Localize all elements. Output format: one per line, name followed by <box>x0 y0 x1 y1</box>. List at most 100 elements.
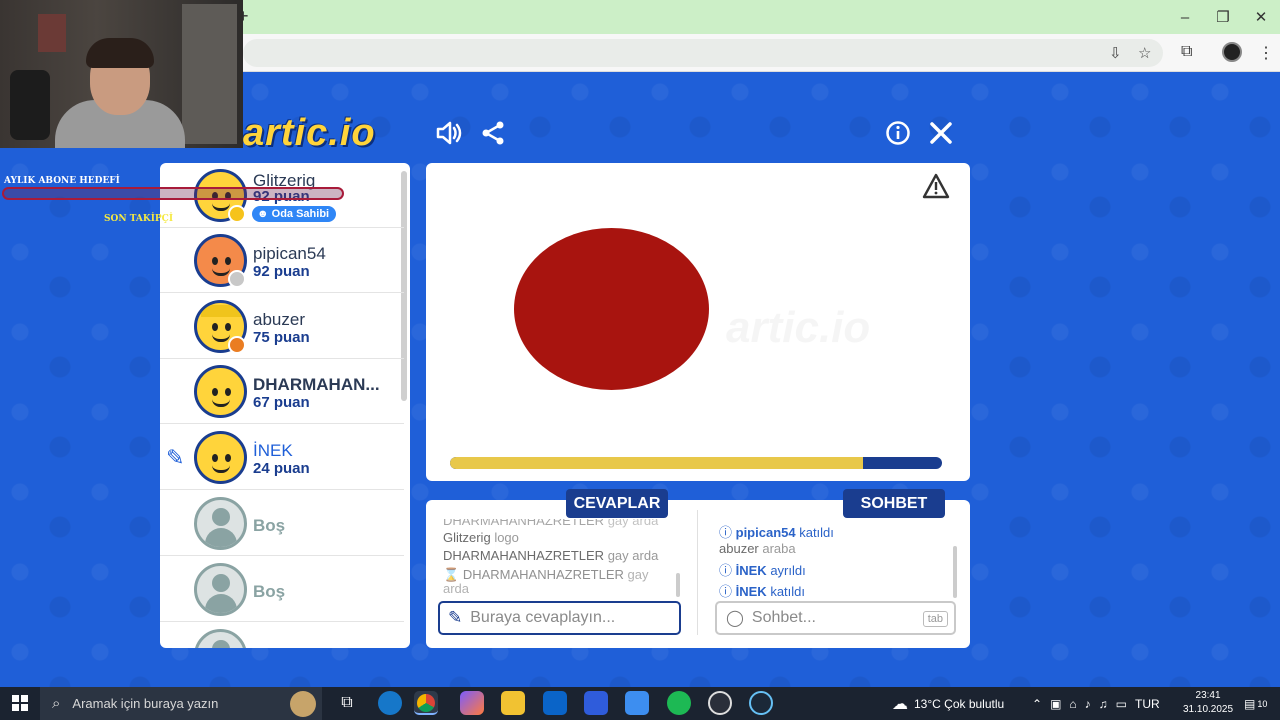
player-status-dot <box>228 205 246 223</box>
pencil-icon: ✎ <box>448 608 463 627</box>
player-score: 67 puan <box>253 394 310 411</box>
chat-message: ⓘ pipican54 katıldı <box>719 525 834 540</box>
player-name: İNEK <box>253 441 293 460</box>
clock[interactable]: 23:41 31.10.2025 <box>1183 689 1233 717</box>
player-avatar <box>194 365 247 418</box>
extensions-icon[interactable]: ⧉ <box>1181 43 1192 61</box>
notification-icon: ▤ <box>1244 696 1256 711</box>
player-row: abuzer 75 puan <box>160 294 404 359</box>
tab-chat[interactable]: SOHBET <box>843 489 945 518</box>
player-name: pipican54 <box>253 244 326 263</box>
tab-answers[interactable]: CEVAPLAR <box>566 489 668 518</box>
store-icon[interactable] <box>584 691 608 715</box>
drawn-red-circle <box>514 228 709 390</box>
pencil-icon: ✎ <box>166 445 185 470</box>
answers-scrollbar[interactable] <box>676 573 680 597</box>
players-panel: Glitzerig 92 puan ☻ Oda Sahibi pipican54… <box>160 163 410 648</box>
chat-bubble-icon: ◯ <box>726 610 744 627</box>
spotify-icon[interactable] <box>667 691 691 715</box>
sound-icon[interactable] <box>434 118 464 148</box>
microphone-icon[interactable]: ♪ <box>1085 697 1091 711</box>
empty-slot: Boş <box>160 491 404 556</box>
answer-message: DHARMAHANHAZRETLER gay arda <box>443 548 659 563</box>
info-circle-icon: ⓘ <box>719 563 736 578</box>
display-icon[interactable]: ▭ <box>1116 697 1127 711</box>
player-avatar <box>194 431 247 484</box>
report-warning-icon[interactable] <box>922 173 950 206</box>
player-status-dot <box>228 270 246 288</box>
obs-icon[interactable] <box>708 691 732 715</box>
tray-app-icon[interactable]: ▣ <box>1050 697 1061 711</box>
empty-slot-label: Boş <box>253 582 286 601</box>
info-circle-icon: ⓘ <box>719 525 736 540</box>
share-icon[interactable] <box>478 118 508 148</box>
canvas-watermark: artic.io <box>726 303 870 353</box>
minimize-button[interactable]: – <box>1166 0 1204 34</box>
weather-widget[interactable]: ☁ 13°C Çok bulutlu <box>892 687 1004 720</box>
restore-button[interactable]: ❐ <box>1204 0 1242 34</box>
network-icon[interactable]: ⌂ <box>1069 697 1076 711</box>
chat-message: ⓘ İNEK katıldı <box>719 584 805 599</box>
system-tray: ⌃ ▣ ⌂ ♪ ♫ ▭ TUR <box>1032 687 1160 720</box>
search-highlight-icon <box>290 691 316 717</box>
browser-menu-icon[interactable]: ⋮ <box>1258 43 1274 63</box>
taskbar-search[interactable]: ⌕ Aramak için buraya yazın <box>40 687 322 720</box>
file-explorer-icon[interactable] <box>501 691 525 715</box>
info-circle-icon: ⓘ <box>719 584 736 599</box>
empty-slot <box>160 623 404 648</box>
chrome-icon[interactable] <box>414 691 438 715</box>
address-bar[interactable]: ⇩ ☆ <box>243 39 1163 67</box>
profile-avatar[interactable] <box>1222 42 1242 62</box>
empty-slot: Boş <box>160 557 404 622</box>
player-score: 92 puan <box>253 263 310 280</box>
outlook-icon[interactable] <box>543 691 567 715</box>
chat-message: ⓘ İNEK ayrıldı <box>719 563 806 578</box>
tray-chevron-icon[interactable]: ⌃ <box>1032 697 1042 711</box>
round-timer-bar <box>450 457 942 469</box>
chat-input[interactable] <box>751 609 932 627</box>
drawing-canvas[interactable]: artic.io <box>426 163 970 481</box>
tab-key-hint: tab <box>922 611 948 627</box>
chat-scrollbar[interactable] <box>953 546 957 598</box>
edge-icon[interactable] <box>378 691 402 715</box>
copilot-icon[interactable] <box>460 691 484 715</box>
search-icon: ⌕ <box>52 695 61 712</box>
language-indicator[interactable]: TUR <box>1135 697 1160 711</box>
bookmark-star-icon[interactable]: ☆ <box>1138 44 1151 62</box>
player-name: abuzer <box>253 310 305 329</box>
chat-message: abuzer araba <box>719 541 796 556</box>
player-score: 24 puan <box>253 460 310 477</box>
monthly-goal-bar <box>2 187 344 200</box>
volume-icon[interactable]: ♫ <box>1099 697 1108 711</box>
empty-avatar <box>194 563 247 616</box>
webcam-overlay <box>0 0 243 148</box>
close-icon[interactable] <box>926 118 956 148</box>
info-icon[interactable] <box>883 118 913 148</box>
player-row: pipican54 92 puan <box>160 228 404 293</box>
player-row: ✎ İNEK 24 puan <box>160 425 404 490</box>
windows-start-icon[interactable] <box>12 695 28 711</box>
player-score: 75 puan <box>253 329 310 346</box>
chat-input-box[interactable]: ◯ tab <box>715 601 956 635</box>
player-status-dot <box>228 336 246 354</box>
answer-input[interactable] <box>470 609 651 627</box>
round-timer-fill <box>450 457 864 469</box>
room-owner-badge: ☻ Oda Sahibi <box>252 206 337 222</box>
app-icon[interactable] <box>625 691 649 715</box>
last-follower-label: SON TAKİPÇİ <box>104 214 174 224</box>
game-logo: artic.io <box>243 112 376 154</box>
install-app-icon[interactable]: ⇩ <box>1109 44 1122 62</box>
window-controls: – ❐ ✕ <box>1166 0 1280 34</box>
empty-slot-label: Boş <box>253 516 286 535</box>
empty-avatar <box>194 497 247 550</box>
windows-taskbar: ⌕ Aramak için buraya yazın ⧉ ☁ 13°C Çok … <box>0 687 1280 720</box>
notifications-button[interactable]: ▤ 10 <box>1244 687 1267 720</box>
cloud-icon: ☁ <box>892 695 908 713</box>
task-view-icon[interactable]: ⧉ <box>335 691 359 715</box>
steam-icon[interactable] <box>749 691 773 715</box>
answer-input-box[interactable]: ✎ <box>438 601 681 635</box>
close-window-button[interactable]: ✕ <box>1242 0 1280 34</box>
player-row: DHARMAHAN... 67 puan <box>160 359 404 424</box>
empty-avatar <box>194 629 247 648</box>
answer-message: ⌛ DHARMAHANHAZRETLER gay arda <box>443 567 649 596</box>
